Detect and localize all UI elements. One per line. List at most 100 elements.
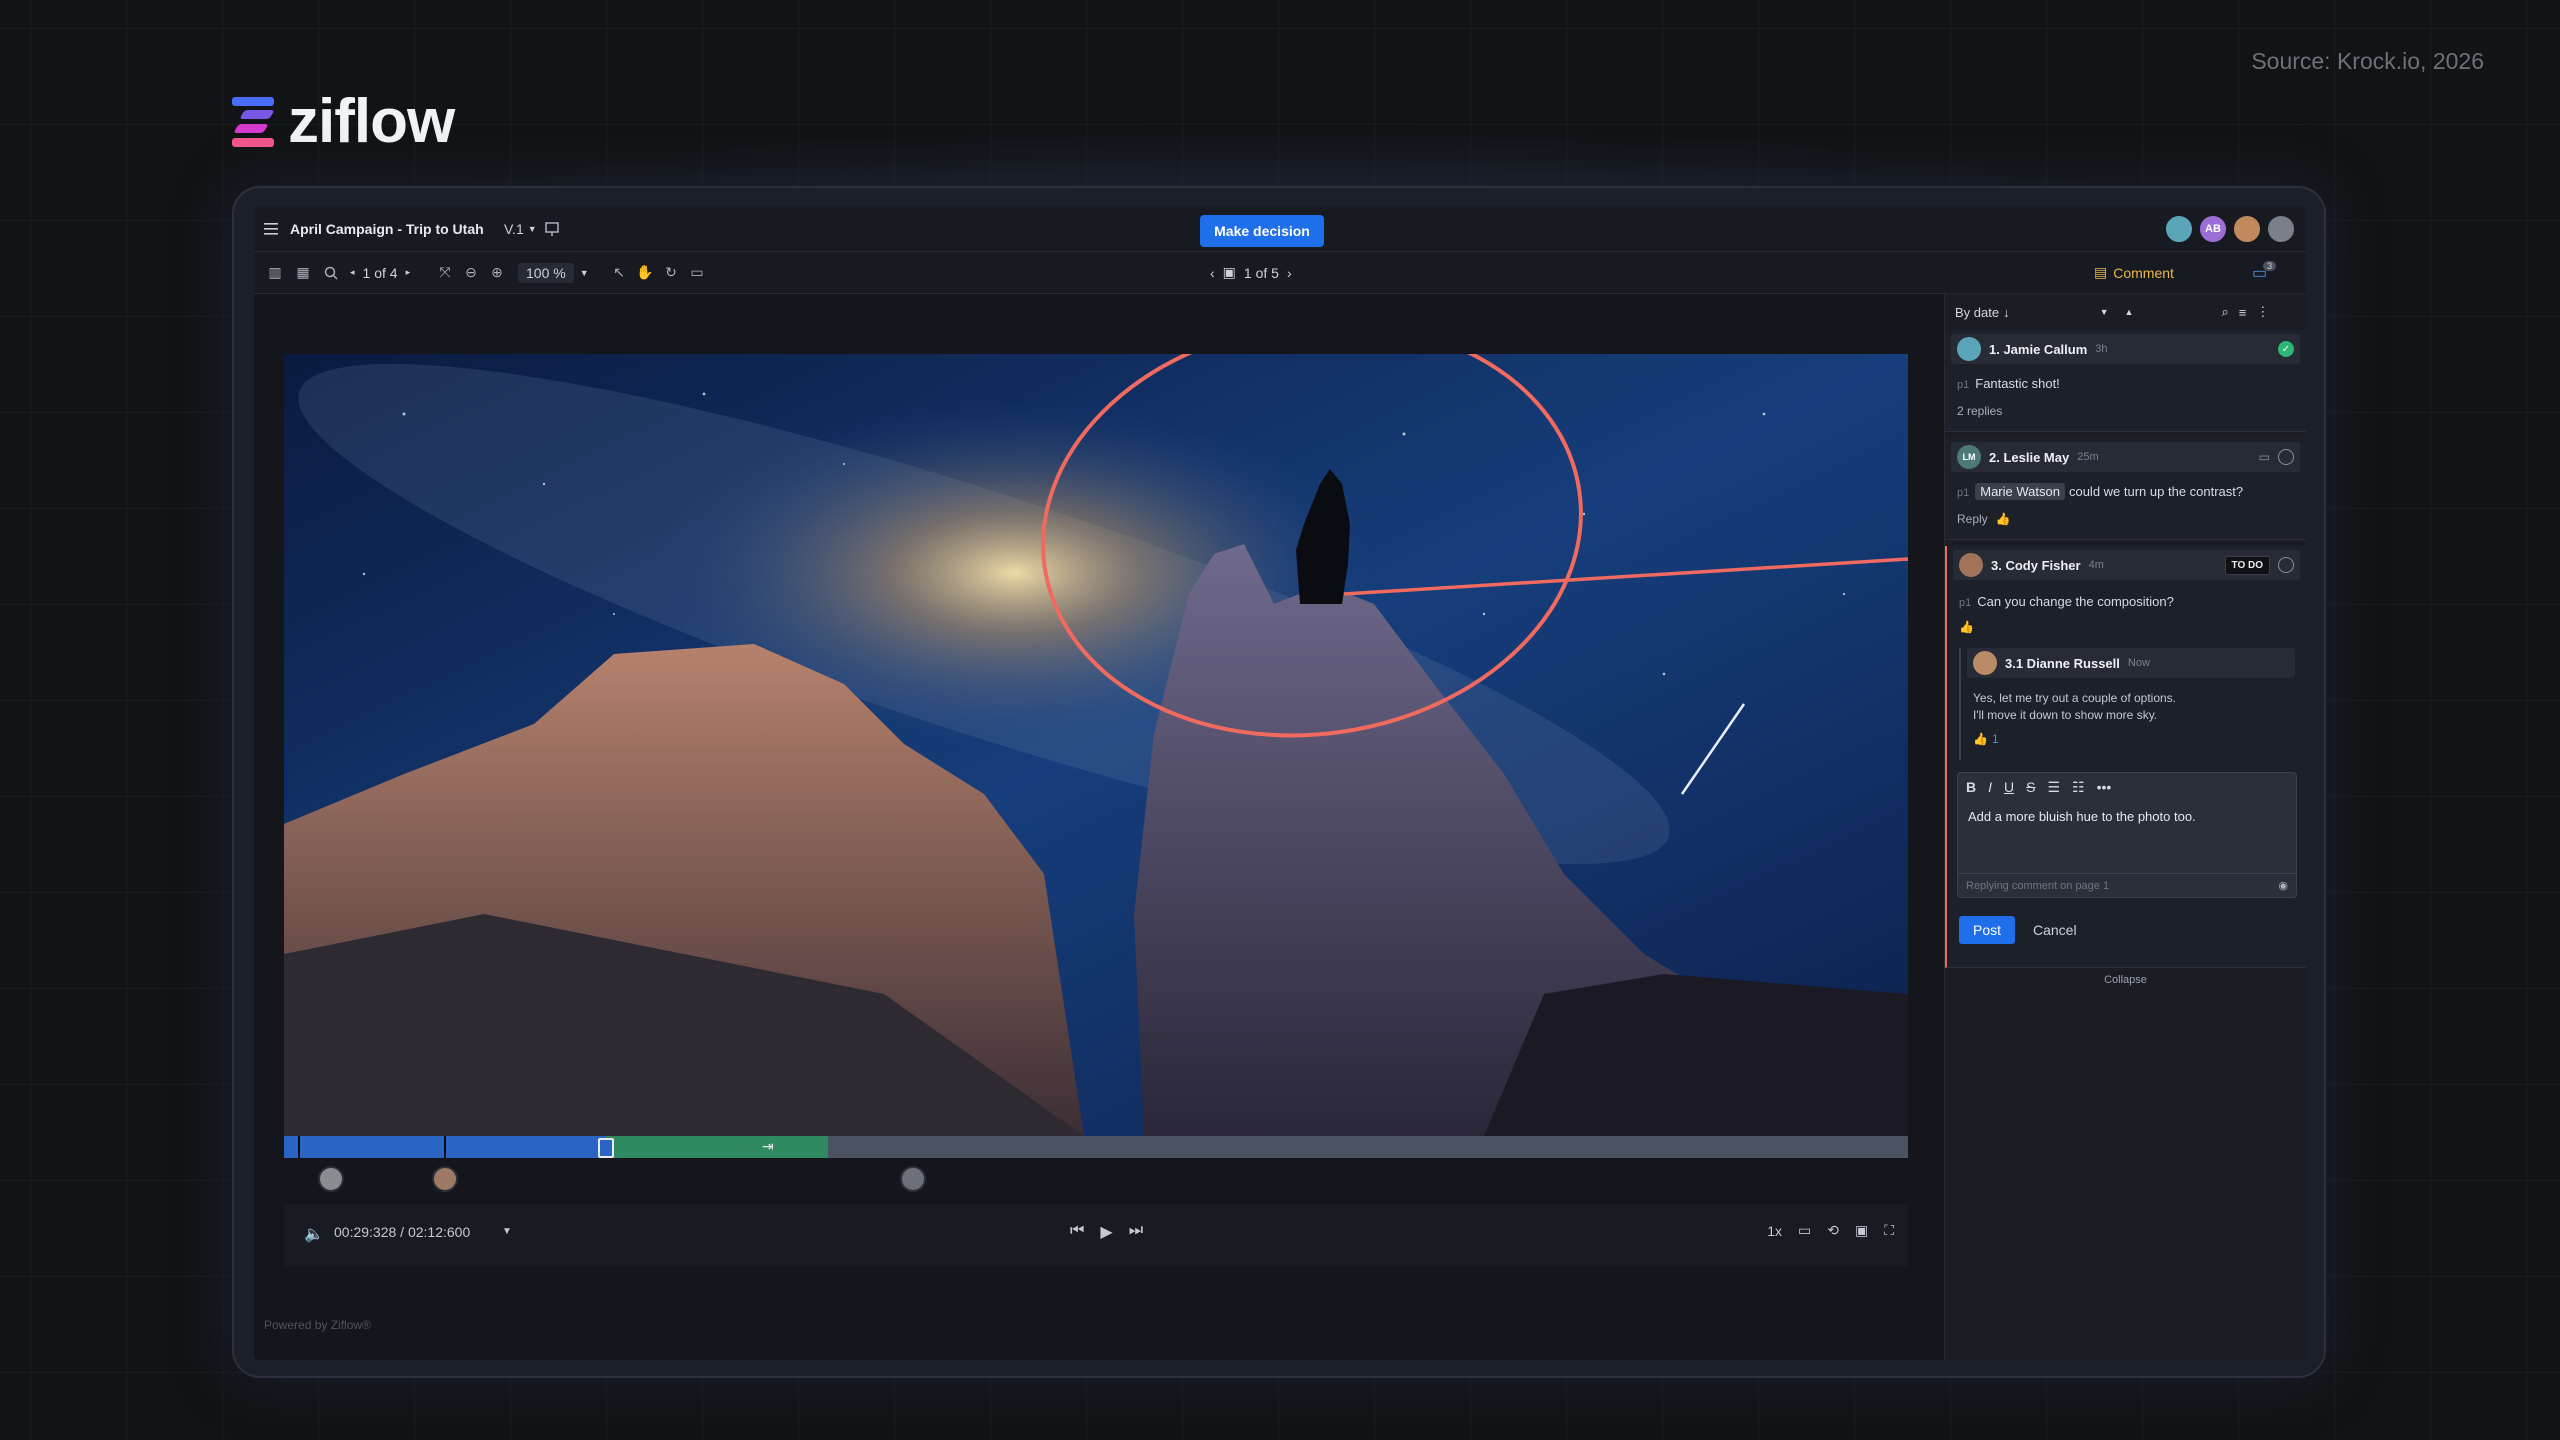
resolve-circle-icon[interactable] (2278, 557, 2294, 573)
italic-icon[interactable]: I (1988, 779, 1992, 796)
avatar[interactable] (318, 1166, 344, 1192)
skip-forward-icon[interactable]: ⏭ (1129, 1222, 1143, 1242)
fullscreen-icon[interactable]: ⛶ (1884, 1222, 1894, 1239)
proof-image[interactable] (284, 354, 1908, 1136)
skip-back-icon[interactable]: ⏮ (1070, 1222, 1084, 1242)
grid-view-icon[interactable]: ▦ (292, 262, 314, 284)
thumbs-up-icon[interactable]: 👍 (1996, 512, 2011, 526)
playhead-handle[interactable] (598, 1138, 614, 1158)
comment-card[interactable]: LM 2. Leslie May 25m ▭ p1 Marie Watson cou… (1945, 438, 2306, 540)
avatar (1959, 553, 1983, 577)
arrow-down-icon[interactable]: ↓ (2003, 305, 2010, 320)
comment-card-active[interactable]: 3. Cody Fisher 4m TO DO p1 Can you change… (1945, 546, 2306, 968)
next-asset-icon[interactable]: › (1287, 265, 1292, 281)
make-decision-button[interactable]: Make decision (1200, 215, 1324, 247)
page-tag: p1 (1957, 487, 1970, 499)
search-icon[interactable] (320, 262, 342, 284)
resolved-check-icon[interactable]: ✓ (2278, 341, 2294, 357)
avatar (1973, 651, 1997, 675)
player-controls: 🔈 00:29:328 / 02:12:600 ▼ ⏮ ▶ ⏭ 1x ▭ ⟲ ▣… (284, 1204, 1908, 1266)
editor-footer: Replying comment on page 1 ◉ (1958, 873, 2296, 897)
bullet-list-icon[interactable]: ☰ (2047, 779, 2060, 796)
media-viewer: ⇥ 🔈 00:29:328 / 02:12:600 ▼ ⏮ ▶ ⏭ 1x ▭ ⟲… (254, 294, 1944, 1360)
reply-link[interactable]: Reply (1957, 512, 1988, 526)
reply-author: 3.1 Dianne Russell (2005, 655, 2120, 671)
avatar[interactable] (2232, 214, 2262, 244)
pointer-icon[interactable]: ↖ (608, 262, 630, 284)
timeline-marker (444, 1136, 446, 1158)
file-title[interactable]: April Campaign - Trip to Utah (290, 206, 484, 251)
page-tag: p1 (1959, 597, 1972, 609)
chevron-down-icon: ▼ (527, 223, 537, 234)
bold-icon[interactable]: B (1966, 779, 1976, 796)
menu-button[interactable] (264, 206, 280, 251)
comment-time: 4m (2088, 559, 2104, 571)
next-page-icon[interactable]: ▸ (406, 267, 411, 278)
thumbs-up-icon[interactable]: 👍 (1959, 620, 1974, 634)
reply-likes[interactable]: 👍 1 (1973, 732, 1999, 746)
avatar[interactable] (2164, 214, 2194, 244)
hamburger-icon (264, 222, 278, 235)
time-display: 00:29:328 / 02:12:600 (334, 1224, 471, 1240)
reply-line: Yes, let me try out a couple of options. (1973, 691, 2177, 705)
comment-body: p1 Fantastic shot! (1957, 376, 2060, 391)
fit-icon[interactable]: ⤧ (434, 262, 456, 284)
comment-button[interactable]: ▤ Comment (2094, 252, 2174, 293)
filter-icon[interactable]: ≡ (2239, 305, 2247, 320)
prev-asset-icon[interactable]: ‹ (1210, 265, 1215, 281)
pip-icon[interactable]: ▣ (1855, 1222, 1868, 1239)
visibility-icon[interactable]: ◉ (2278, 879, 2288, 892)
playback-speed[interactable]: 1x (1767, 1223, 1782, 1239)
version-label: V.1 (504, 220, 524, 237)
zoom-out-icon[interactable]: ⊖ (460, 262, 482, 284)
avatar[interactable] (432, 1166, 458, 1192)
more-icon[interactable]: ••• (2097, 779, 2112, 796)
notifications-button[interactable]: ▭ 3 (2252, 252, 2277, 293)
sort-select[interactable]: By date (1955, 305, 1999, 320)
captions-icon[interactable]: ▭ (1798, 1222, 1811, 1239)
status-badge[interactable]: TO DO (2224, 555, 2270, 575)
numbered-list-icon[interactable]: ☷ (2072, 779, 2085, 796)
search-icon[interactable]: ⌕ (2221, 304, 2228, 320)
reply-body: Yes, let me try out a couple of options.… (1973, 690, 2176, 724)
avatar[interactable]: AB (2198, 214, 2228, 244)
comment-card[interactable]: 1. Jamie Callum 3h ✓ p1 Fantastic shot! 2… (1945, 330, 2306, 432)
zoom-select[interactable]: 100 % ▼ (518, 252, 589, 293)
more-icon[interactable]: ⋮ (2256, 304, 2269, 320)
volume-icon[interactable]: 🔈 (304, 1224, 324, 1244)
avatar[interactable] (900, 1166, 926, 1192)
asset-indicator: 1 of 5 (1243, 264, 1279, 281)
compare-button[interactable] (544, 206, 560, 251)
ziflow-logo-icon (232, 96, 278, 147)
range-end-handle[interactable]: ⇥ (762, 1138, 796, 1156)
replies-link[interactable]: 2 replies (1957, 404, 2002, 418)
app-frame: April Campaign - Trip to Utah V.1 ▼ Make… (232, 186, 2326, 1378)
reply-thread: 3.1 Dianne Russell Now Yes, let me try o… (1959, 648, 2295, 760)
tag-icon[interactable]: ▭ (2259, 450, 2270, 464)
rotate-icon[interactable]: ↻ (660, 262, 682, 284)
ruler-icon[interactable]: ▭ (686, 262, 708, 284)
avatar[interactable] (2266, 214, 2296, 244)
strikethrough-icon[interactable]: S (2026, 779, 2035, 796)
underline-icon[interactable]: U (2004, 779, 2014, 796)
zoom-in-icon[interactable]: ⊕ (486, 262, 508, 284)
cancel-button[interactable]: Cancel (2033, 916, 2077, 944)
prev-page-icon[interactable]: ◂ (350, 267, 355, 278)
mention-tag[interactable]: Marie Watson (1975, 483, 2065, 500)
sidebar-toggle-icon[interactable]: ▥ (264, 262, 286, 284)
loop-icon[interactable]: ⟲ (1827, 1222, 1839, 1239)
hand-icon[interactable]: ✋ (634, 262, 656, 284)
play-icon[interactable]: ▶ (1100, 1222, 1112, 1242)
post-button[interactable]: Post (1959, 916, 2015, 944)
chevron-up-icon[interactable]: ▲ (2125, 307, 2134, 317)
reply-editor[interactable]: B I U S ☰ ☷ ••• Add a more bluish hue to… (1957, 772, 2297, 898)
chevron-down-icon[interactable]: ▼ (2100, 307, 2109, 317)
resolve-circle-icon[interactable] (2278, 449, 2294, 465)
brand-logo: ziflow (232, 86, 455, 157)
ziflow-app: April Campaign - Trip to Utah V.1 ▼ Make… (254, 206, 2306, 1360)
chevron-down-icon[interactable]: ▼ (502, 1226, 512, 1237)
collapse-button[interactable]: Collapse (1945, 974, 2306, 986)
editor-text[interactable]: Add a more bluish hue to the photo too. (1968, 809, 2196, 824)
playback-timeline[interactable]: ⇥ (284, 1136, 1908, 1158)
version-dropdown[interactable]: V.1 ▼ (504, 206, 537, 251)
